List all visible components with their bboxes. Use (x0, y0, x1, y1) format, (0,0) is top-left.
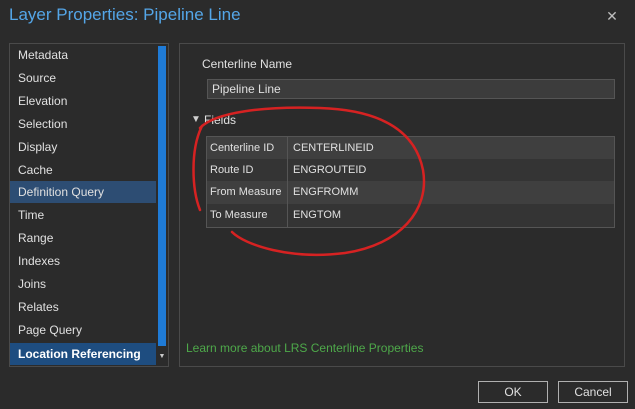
sidebar-nav: Metadata Source Elevation Selection Disp… (9, 43, 169, 367)
field-name: Centerline ID (210, 142, 275, 154)
scroll-down-icon[interactable]: ▼ (158, 352, 166, 362)
scrollbar-thumb[interactable] (158, 46, 166, 346)
sidebar-scrollbar[interactable]: ▼ (156, 44, 168, 366)
sidebar-item-elevation[interactable]: Elevation (10, 90, 156, 112)
field-value[interactable]: ENGFROMM (293, 181, 358, 204)
sidebar-item-relates[interactable]: Relates (10, 296, 156, 318)
sidebar-item-definition-query[interactable]: Definition Query (10, 181, 156, 203)
centerline-name-label: Centerline Name (202, 57, 293, 71)
sidebar-item-range[interactable]: Range (10, 227, 156, 249)
table-row[interactable]: Centerline ID CENTERLINEID (207, 137, 614, 160)
field-value[interactable]: ENGROUTEID (293, 159, 366, 182)
field-name: To Measure (210, 209, 268, 221)
lrs-help-link[interactable]: Learn more about LRS Centerline Properti… (186, 341, 423, 355)
dialog-title: Layer Properties: Pipeline Line (9, 5, 241, 24)
collapse-chevron-icon[interactable]: ▼ (191, 114, 201, 125)
centerline-name-input[interactable]: Pipeline Line (207, 79, 615, 99)
table-row[interactable]: Route ID ENGROUTEID (207, 159, 614, 182)
sidebar-item-joins[interactable]: Joins (10, 273, 156, 295)
sidebar-item-location-referencing[interactable]: Location Referencing (10, 343, 156, 365)
sidebar-item-selection[interactable]: Selection (10, 113, 156, 135)
close-icon[interactable]: ✕ (604, 8, 620, 24)
sidebar-item-page-query[interactable]: Page Query (10, 319, 156, 341)
column-divider (287, 137, 288, 227)
table-row[interactable]: From Measure ENGFROMM (207, 181, 614, 204)
table-row[interactable]: To Measure ENGTOM (207, 204, 614, 227)
ok-button[interactable]: OK (478, 381, 548, 403)
field-name: From Measure (210, 186, 282, 198)
field-value[interactable]: CENTERLINEID (293, 137, 374, 160)
sidebar-item-display[interactable]: Display (10, 136, 156, 158)
properties-panel: Centerline Name Pipeline Line ▼ Fields C… (179, 43, 625, 367)
sidebar-item-indexes[interactable]: Indexes (10, 250, 156, 272)
sidebar-item-cache[interactable]: Cache (10, 159, 156, 181)
field-value[interactable]: ENGTOM (293, 204, 341, 227)
field-name: Route ID (210, 164, 254, 176)
fields-table: Centerline ID CENTERLINEID Route ID ENGR… (206, 136, 615, 228)
cancel-button[interactable]: Cancel (558, 381, 628, 403)
sidebar-item-time[interactable]: Time (10, 204, 156, 226)
sidebar-item-metadata[interactable]: Metadata (10, 44, 156, 66)
fields-label: Fields (204, 113, 237, 127)
sidebar-item-source[interactable]: Source (10, 67, 156, 89)
